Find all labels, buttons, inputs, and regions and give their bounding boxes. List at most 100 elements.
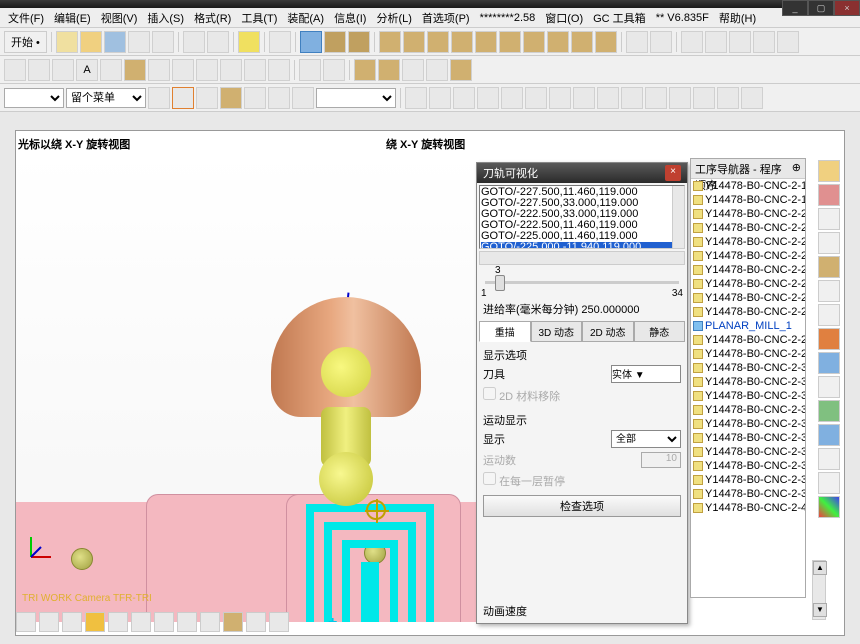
op9-icon[interactable]	[571, 31, 593, 53]
ext2-icon[interactable]	[378, 59, 400, 81]
side-btn-15[interactable]	[818, 496, 840, 518]
scroll-down-icon[interactable]: ▼	[813, 603, 827, 617]
menu-file[interactable]: 文件(F)	[4, 8, 48, 28]
side-btn-12[interactable]	[818, 424, 840, 446]
menu-tools[interactable]: 工具(T)	[237, 8, 281, 28]
tree-item[interactable]: Y14478-B0-CNC-2-39	[691, 487, 805, 501]
side-btn-1[interactable]	[818, 160, 840, 182]
menu-view[interactable]: 视图(V)	[97, 8, 142, 28]
save-icon[interactable]	[104, 31, 126, 53]
op10-icon[interactable]	[595, 31, 617, 53]
side-btn-14[interactable]	[818, 472, 840, 494]
tab-static[interactable]: 静态	[634, 321, 686, 342]
tree-list[interactable]: Y14478-B0-CNC-2-18Y14478-B0-CNC-2-19Y144…	[691, 179, 805, 579]
scroll-up-icon[interactable]: ▲	[813, 561, 827, 575]
misc4-icon[interactable]	[753, 31, 775, 53]
box-icon[interactable]	[324, 31, 346, 53]
bt-12[interactable]	[269, 612, 289, 632]
tab-redraw[interactable]: 重描	[479, 321, 531, 342]
side-btn-2[interactable]	[818, 184, 840, 206]
box2-icon[interactable]	[348, 31, 370, 53]
menu-plugin[interactable]: ********2.58	[476, 10, 540, 26]
text-icon[interactable]: A	[76, 59, 98, 81]
sel1-icon[interactable]	[148, 87, 170, 109]
dialog-close-button[interactable]: ×	[665, 165, 681, 181]
tree-item-planar[interactable]: PLANAR_MILL_1	[691, 319, 805, 333]
tree-item[interactable]: Y14478-B0-CNC-2-26	[691, 291, 805, 305]
dim1-icon[interactable]	[299, 59, 321, 81]
tree-item[interactable]: Y14478-B0-CNC-2-35	[691, 431, 805, 445]
dim2-icon[interactable]	[323, 59, 345, 81]
op2-icon[interactable]	[403, 31, 425, 53]
menu-assembly[interactable]: 装配(A)	[283, 8, 328, 28]
menu-format[interactable]: 格式(R)	[190, 8, 235, 28]
side-btn-5[interactable]	[818, 256, 840, 278]
misc5-icon[interactable]	[777, 31, 799, 53]
menu-edit[interactable]: 编辑(E)	[50, 8, 95, 28]
dialog-titlebar[interactable]: 刀轨可视化 ×	[477, 163, 687, 183]
menu-info[interactable]: 信息(I)	[330, 8, 370, 28]
filter-select-2[interactable]: 留个菜单	[66, 88, 146, 108]
snap14-icon[interactable]	[717, 87, 739, 109]
tree-vscroll[interactable]: ▲ ▼	[812, 560, 826, 620]
line-icon[interactable]	[28, 59, 50, 81]
tree-item[interactable]: Y14478-B0-CNC-2-25	[691, 277, 805, 291]
curve2-icon[interactable]	[650, 31, 672, 53]
sel4-icon[interactable]	[220, 87, 242, 109]
side-btn-7[interactable]	[818, 304, 840, 326]
shape8-icon[interactable]	[268, 59, 290, 81]
side-btn-11[interactable]	[818, 400, 840, 422]
side-btn-8[interactable]	[818, 328, 840, 350]
sel7-icon[interactable]	[292, 87, 314, 109]
tree-item[interactable]: Y14478-B0-CNC-2-30	[691, 361, 805, 375]
sel2-icon[interactable]	[172, 87, 194, 109]
bt-9[interactable]	[200, 612, 220, 632]
bt-8[interactable]	[177, 612, 197, 632]
shape7-icon[interactable]	[244, 59, 266, 81]
misc2-icon[interactable]	[705, 31, 727, 53]
tree-item[interactable]: Y14478-B0-CNC-2-40	[691, 501, 805, 515]
tree-item[interactable]: Y14478-B0-CNC-2-23	[691, 249, 805, 263]
layer-icon[interactable]	[269, 31, 291, 53]
menu-window[interactable]: 窗口(O)	[541, 8, 587, 28]
tree-item[interactable]: Y14478-B0-CNC-2-34	[691, 417, 805, 431]
bt-5[interactable]	[108, 612, 128, 632]
op3-icon[interactable]	[427, 31, 449, 53]
goto-hscroll[interactable]	[479, 251, 685, 265]
rect-icon[interactable]	[52, 59, 74, 81]
open-icon[interactable]	[80, 31, 102, 53]
menu-gc[interactable]: GC 工具箱	[589, 8, 650, 28]
tree-item[interactable]: Y14478-B0-CNC-2-31	[691, 375, 805, 389]
copy-icon[interactable]	[183, 31, 205, 53]
snap1-icon[interactable]	[405, 87, 427, 109]
side-btn-6[interactable]	[818, 280, 840, 302]
tree-item[interactable]: Y14478-B0-CNC-2-19	[691, 193, 805, 207]
menu-insert[interactable]: 插入(S)	[143, 8, 188, 28]
check-options-button[interactable]: 检查选项	[483, 495, 681, 517]
tab-2d-dynamic[interactable]: 2D 动态	[582, 321, 634, 342]
bt-2[interactable]	[39, 612, 59, 632]
frame-slider[interactable]	[485, 281, 679, 284]
snap3-icon[interactable]	[453, 87, 475, 109]
snap5-icon[interactable]	[501, 87, 523, 109]
maximize-button[interactable]: ▢	[808, 0, 834, 16]
redo-icon[interactable]	[152, 31, 174, 53]
show-mode-select[interactable]: 全部	[611, 430, 681, 448]
undo-icon[interactable]	[128, 31, 150, 53]
snap6-icon[interactable]	[525, 87, 547, 109]
goto-line-selected[interactable]: GOTO/-225.000,-11.940,119.000	[481, 242, 683, 249]
start-button[interactable]: 开始 •	[4, 31, 47, 53]
bt-3[interactable]	[62, 612, 82, 632]
paste-icon[interactable]	[207, 31, 229, 53]
sel5-icon[interactable]	[244, 87, 266, 109]
op5-icon[interactable]	[475, 31, 497, 53]
bt-11[interactable]	[246, 612, 266, 632]
tree-item[interactable]: Y14478-B0-CNC-2-37	[691, 459, 805, 473]
side-btn-4[interactable]	[818, 232, 840, 254]
op1-icon[interactable]	[379, 31, 401, 53]
op6-icon[interactable]	[499, 31, 521, 53]
ext5-icon[interactable]	[450, 59, 472, 81]
gear-icon[interactable]	[238, 31, 260, 53]
side-btn-10[interactable]	[818, 376, 840, 398]
tool-mode-select[interactable]: 实体 ▼	[611, 365, 681, 383]
